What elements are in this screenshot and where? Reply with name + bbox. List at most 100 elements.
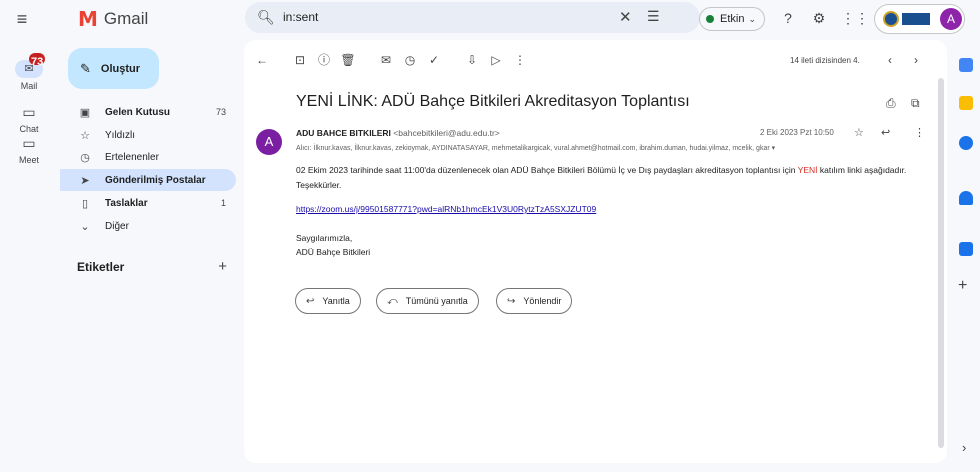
keep-icon[interactable] (959, 96, 973, 110)
rail-mail-label: Mail (20, 81, 38, 91)
chevron-down-icon: ⌄ (80, 220, 90, 233)
older-chevron-icon[interactable]: › (908, 52, 924, 68)
more-options-icon[interactable]: ⋮ (512, 52, 528, 68)
sidebar-item-label: Ertelenenler (105, 151, 159, 163)
search-query[interactable]: in:sent (283, 10, 318, 24)
send-icon: ➤ (80, 174, 90, 187)
mark-unread-icon[interactable]: ✉ (378, 52, 394, 68)
sidebar-item-label: Diğer (105, 220, 129, 232)
sidebar-item-drafts[interactable]: ▯ Taslaklar 1 (60, 192, 236, 214)
sidebar-item-more[interactable]: ⌄ Diğer (60, 215, 236, 237)
apps-grid-icon[interactable]: ⋮⋮ (841, 8, 869, 28)
forward-button[interactable]: ↪ Yönlendir (496, 288, 573, 314)
delete-icon[interactable]: 🗑︎ (340, 52, 356, 68)
video-icon: ▭ (22, 135, 36, 151)
email-date: 2 Eki 2023 Pzt 10:50 (760, 128, 834, 137)
sidebar-item-snoozed[interactable]: ◷ Ertelenenler (60, 146, 236, 168)
unread-badge: 73 (29, 53, 46, 68)
help-icon[interactable]: ? (778, 8, 798, 28)
calendar-icon[interactable] (959, 58, 973, 72)
more-options-icon[interactable]: ⋮ (914, 126, 925, 139)
back-arrow-icon[interactable]: ← (254, 52, 270, 68)
add-addon-icon[interactable]: + (958, 277, 967, 295)
reply-icon[interactable]: ↩ (881, 126, 890, 139)
mail-icon-pill: ✉ 73 (15, 53, 46, 78)
rail-chat[interactable]: ▭ Chat (0, 104, 58, 134)
rail-meet-label: Meet (18, 155, 39, 165)
gmail-logo[interactable]: M Gmail (78, 7, 148, 31)
status-dot (706, 15, 714, 23)
compose-label: Oluştur (100, 62, 141, 75)
move-to-icon[interactable]: ⇩ (464, 52, 480, 68)
recipients-expand-icon[interactable]: ▾ (772, 145, 776, 152)
labels-heading: Etiketler + (77, 258, 227, 275)
sidebar-item-inbox[interactable]: ▣ Gelen Kutusu 73 (60, 101, 236, 123)
search-icon[interactable]: 🔍︎ (257, 9, 275, 26)
signature-line: ADÜ Bahçe Bitkileri (296, 247, 371, 257)
clock-icon: ◷ (80, 151, 90, 164)
add-label-icon[interactable]: + (218, 258, 227, 275)
sidebar-item-count: 73 (215, 107, 226, 117)
rail-mail[interactable]: ✉ 73 Mail (0, 53, 58, 91)
tasks-icon[interactable] (959, 136, 973, 150)
reply-all-button[interactable]: ⤺ Tümünü yanıtla (376, 288, 479, 314)
pagination-info: 14 ileti dizisinden 4. (790, 56, 860, 65)
label-icon[interactable]: ▷ (488, 52, 504, 68)
recipients: Alıcı: İlknur.kavas, İlknur.kavas, zekio… (296, 144, 775, 152)
contacts-icon[interactable] (959, 191, 973, 205)
zoom-link[interactable]: https://zoom.us/j/99501587771?pwd=alRNb1… (296, 204, 596, 214)
sidebar-item-starred[interactable]: ☆ Yıldızlı (60, 124, 236, 146)
org-logo (883, 10, 931, 28)
reply-all-label: Tümünü yanıtla (405, 296, 468, 306)
university-wordmark (902, 13, 930, 25)
university-seal-icon (883, 11, 899, 27)
open-new-window-icon[interactable]: ⧉ (911, 96, 920, 111)
sidebar-item-label: Taslaklar (105, 197, 148, 209)
print-icon[interactable]: ⎙ (886, 96, 896, 111)
scrollbar[interactable] (938, 78, 944, 448)
rail-chat-label: Chat (19, 124, 39, 134)
sender-name[interactable]: ADU BAHCE BITKILERI (296, 128, 391, 138)
rail-meet[interactable]: ▭ Meet (0, 135, 58, 165)
add-task-icon[interactable]: ✓ (426, 52, 442, 68)
sender-avatar[interactable]: A (256, 129, 282, 155)
search-bar[interactable]: 🔍︎ in:sent ✕ ☰ (245, 2, 700, 33)
email-subject: YENİ LİNK: ADÜ Bahçe Bitkileri Akreditas… (296, 93, 690, 110)
recipients-text: Alıcı: İlknur.kavas, İlknur.kavas, zekio… (296, 145, 770, 152)
pencil-icon: ✎ (80, 60, 91, 76)
snooze-icon[interactable]: ◷ (402, 52, 418, 68)
sender-email: <bahcebitkileri@adu.edu.tr> (393, 128, 500, 138)
body-highlight: YENİ (797, 165, 818, 175)
status-selector[interactable]: Etkin ⌄ (699, 7, 765, 31)
sidebar-item-sent[interactable]: ➤ Gönderilmiş Postalar (60, 169, 236, 191)
compose-button[interactable]: ✎ Oluştur (68, 48, 159, 89)
email-body: 02 Ekim 2023 tarihinde saat 11:00'da düz… (296, 163, 936, 193)
chat-icon: ▭ (22, 104, 36, 120)
reply-button[interactable]: ↩ Yanıtla (295, 288, 361, 314)
sender-line: ADU BAHCE BITKILERI <bahcebitkileri@adu.… (296, 128, 500, 138)
forward-icon: ↪ (507, 295, 516, 307)
inbox-icon: ▣ (79, 106, 91, 119)
message-toolbar: ← ⊡ ⓘ 🗑︎ ✉ ◷ ✓ ⇩ ▷ ⋮ 14 ileti dizisinden… (244, 40, 947, 78)
search-options-icon[interactable]: ☰ (647, 8, 660, 25)
signature-line: Saygılarımızla, (296, 233, 353, 243)
message-view: ← ⊡ ⓘ 🗑︎ ✉ ◷ ✓ ⇩ ▷ ⋮ 14 ileti dizisinden… (244, 40, 947, 463)
star-icon[interactable]: ☆ (854, 126, 864, 139)
account-switcher[interactable]: A (874, 4, 965, 34)
zoom-addon-icon[interactable] (959, 242, 973, 256)
sidebar-item-label: Yıldızlı (105, 129, 136, 141)
clear-search-icon[interactable]: ✕ (619, 8, 632, 26)
newer-chevron-icon[interactable]: ‹ (882, 52, 898, 68)
expand-panel-chevron-icon[interactable]: › (962, 440, 966, 455)
sidebar-item-count: 1 (220, 198, 226, 208)
main-menu-icon[interactable]: ≡ (12, 9, 32, 29)
archive-icon[interactable]: ⊡ (292, 52, 308, 68)
report-spam-icon[interactable]: ⓘ (316, 52, 332, 68)
reply-all-icon: ⤺ (387, 295, 398, 307)
reply-icon: ↩ (306, 295, 315, 307)
avatar[interactable]: A (940, 8, 962, 30)
chevron-down-icon: ⌄ (748, 13, 757, 24)
settings-icon[interactable]: ⚙ (809, 8, 829, 28)
labels-title: Etiketler (77, 260, 125, 274)
sidebar-item-label: Gelen Kutusu (105, 106, 171, 118)
